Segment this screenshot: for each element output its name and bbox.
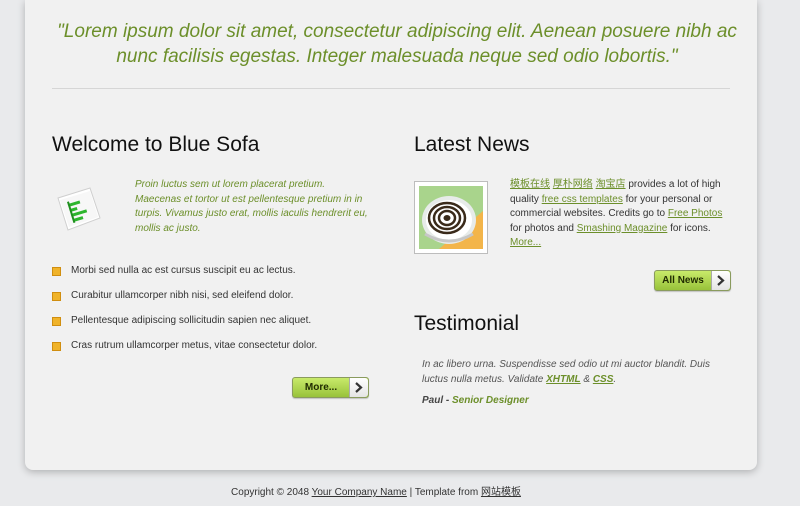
testimonial-author: Paul - Senior Designer [422,395,529,406]
more-button[interactable]: More... [292,377,369,398]
link-free-photos[interactable]: Free Photos [668,208,722,219]
welcome-title: Welcome to Blue Sofa [52,133,260,156]
news-more-link[interactable]: More... [510,237,541,248]
bullet-square-icon [52,342,61,351]
document-chart-icon [57,187,101,231]
list-item: Curabitur ullamcorper nibh nisi, sed ele… [52,289,317,314]
link-free-css[interactable]: free css templates [542,194,623,205]
validate-css-link[interactable]: CSS [593,374,614,385]
testimonial-text: In ac libero urna. Suspendisse sed odio … [422,359,710,385]
bullet-square-icon [52,317,61,326]
company-link[interactable]: Your Company Name [312,487,407,498]
link-taobao[interactable]: 淘宝店 [596,179,626,190]
arrow-right-icon [349,378,368,397]
list-item: Morbi sed nulla ac est cursus suscipit e… [52,264,317,289]
author-role: Senior Designer [452,395,529,406]
all-news-label: All News [662,275,704,286]
bullet-square-icon [52,267,61,276]
header-quote: "Lorem ipsum dolor sit amet, consectetur… [57,21,737,67]
arrow-right-icon [711,271,730,290]
link-houpu[interactable]: 厚朴网络 [553,179,593,190]
validate-xhtml-link[interactable]: XHTML [546,374,580,385]
welcome-intro: Proin luctus sem ut lorem placerat preti… [135,179,368,234]
link-muban[interactable]: 模板在线 [510,179,550,190]
template-link[interactable]: 网站模板 [481,487,521,498]
link-smashing[interactable]: Smashing Magazine [577,223,668,234]
footer: Copyright © 2048 Your Company Name | Tem… [231,487,521,498]
welcome-bullet-list: Morbi sed nulla ac est cursus suscipit e… [52,264,317,364]
divider [52,88,730,89]
more-button-label: More... [304,382,338,393]
list-item: Cras rutrum ullamcorper metus, vitae con… [52,339,317,364]
testimonial-title: Testimonial [414,312,520,335]
all-news-button[interactable]: All News [654,270,731,291]
news-text: 模板在线 厚朴网络 淘宝店 provides a lot of high qua… [510,179,723,248]
bullet-square-icon [52,292,61,301]
coffee-cup-image [419,186,483,249]
news-title: Latest News [414,133,530,156]
news-thumbnail [414,181,488,254]
list-item: Pellentesque adipiscing sollicitudin sap… [52,314,317,339]
